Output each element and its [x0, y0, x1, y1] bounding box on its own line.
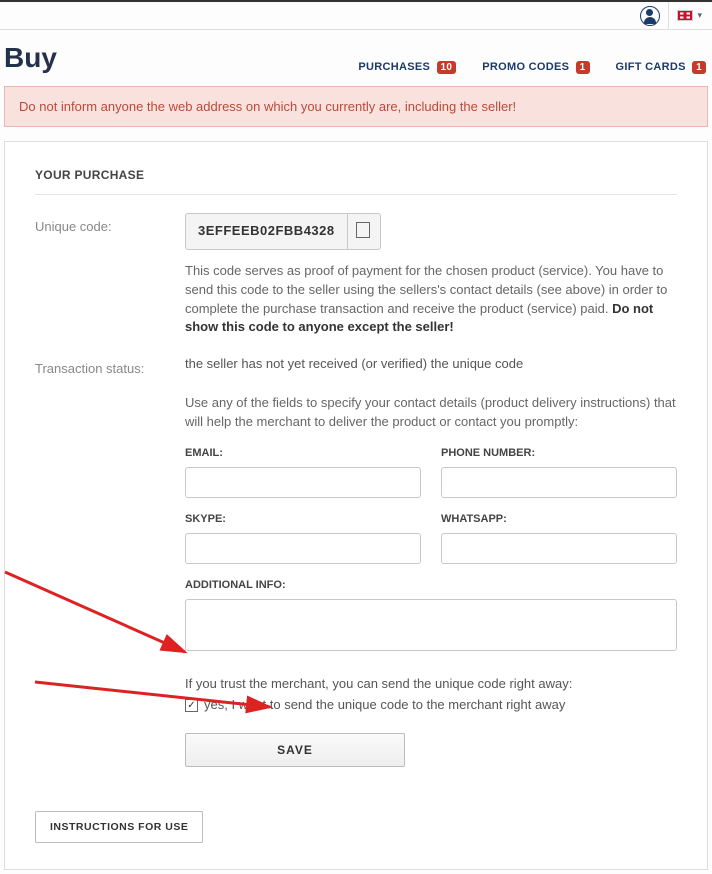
contact-form: Use any of the fields to specify your co… [185, 394, 677, 767]
purchase-panel: YOUR PURCHASE Unique code: 3EFFEEB02FBB4… [4, 141, 708, 870]
instructions-button[interactable]: INSTRUCTIONS FOR USE [35, 811, 203, 843]
header: Buy PURCHASES 10 PROMO CODES 1 GIFT CARD… [0, 30, 712, 86]
spacer [35, 394, 185, 767]
save-button[interactable]: SAVE [185, 733, 405, 767]
code-description: This code serves as proof of payment for… [185, 262, 677, 337]
tabs: PURCHASES 10 PROMO CODES 1 GIFT CARDS 1 [358, 61, 706, 74]
skype-label: SKYPE: [185, 512, 421, 528]
row-unique-code: Unique code: 3EFFEEB02FBB4328 This code … [35, 213, 677, 337]
section-title: YOUR PURCHASE [35, 168, 677, 195]
additional-label: ADDITIONAL INFO: [185, 578, 677, 594]
field-whatsapp: WHATSAPP: [441, 512, 677, 564]
copy-icon [358, 224, 370, 238]
row-status: Transaction status: the seller has not y… [35, 355, 677, 376]
unique-code-label: Unique code: [35, 213, 185, 337]
field-additional: ADDITIONAL INFO: [185, 578, 677, 657]
code-box: 3EFFEEB02FBB4328 [185, 213, 381, 250]
code-desc-text: This code serves as proof of payment for… [185, 263, 667, 316]
field-skype: SKYPE: [185, 512, 421, 564]
tab-purchases[interactable]: PURCHASES 10 [358, 61, 456, 74]
status-label: Transaction status: [35, 355, 185, 376]
badge: 10 [437, 61, 457, 74]
tab-label: PURCHASES [358, 61, 430, 73]
email-label: EMAIL: [185, 446, 421, 462]
warning-banner: Do not inform anyone the web address on … [4, 86, 708, 127]
tab-label: GIFT CARDS [616, 61, 686, 73]
whatsapp-label: WHATSAPP: [441, 512, 677, 528]
code-value: 3EFFEEB02FBB4328 [186, 214, 347, 249]
contact-hint: Use any of the fields to specify your co… [185, 394, 677, 432]
trust-checkbox-label: yes, I want to send the unique code to t… [204, 696, 565, 715]
whatsapp-input[interactable] [441, 533, 677, 564]
additional-textarea[interactable] [185, 599, 677, 651]
badge: 1 [692, 61, 706, 74]
topbar: ▾ [0, 0, 712, 30]
profile-icon[interactable] [640, 6, 660, 26]
copy-button[interactable] [347, 214, 380, 249]
row-contact: Use any of the fields to specify your co… [35, 394, 677, 767]
trust-checkbox-row[interactable]: ✓ yes, I want to send the unique code to… [185, 696, 677, 715]
tab-promo-codes[interactable]: PROMO CODES 1 [482, 61, 589, 74]
checkbox-icon[interactable]: ✓ [185, 699, 198, 712]
trust-block: If you trust the merchant, you can send … [185, 675, 677, 716]
fields-grid: EMAIL: PHONE NUMBER: SKYPE: WHATSAPP: [185, 446, 677, 564]
badge: 1 [576, 61, 590, 74]
skype-input[interactable] [185, 533, 421, 564]
phone-label: PHONE NUMBER: [441, 446, 677, 462]
flag-uk-icon [677, 10, 693, 21]
tab-label: PROMO CODES [482, 61, 569, 73]
phone-input[interactable] [441, 467, 677, 498]
tab-gift-cards[interactable]: GIFT CARDS 1 [616, 61, 706, 74]
status-value: the seller has not yet received (or veri… [185, 355, 677, 376]
field-email: EMAIL: [185, 446, 421, 498]
field-phone: PHONE NUMBER: [441, 446, 677, 498]
unique-code-content: 3EFFEEB02FBB4328 This code serves as pro… [185, 213, 677, 337]
trust-text: If you trust the merchant, you can send … [185, 675, 677, 694]
email-input[interactable] [185, 467, 421, 498]
page-title: Buy [4, 42, 57, 74]
language-select[interactable]: ▾ [668, 2, 702, 29]
chevron-down-icon: ▾ [697, 10, 702, 21]
